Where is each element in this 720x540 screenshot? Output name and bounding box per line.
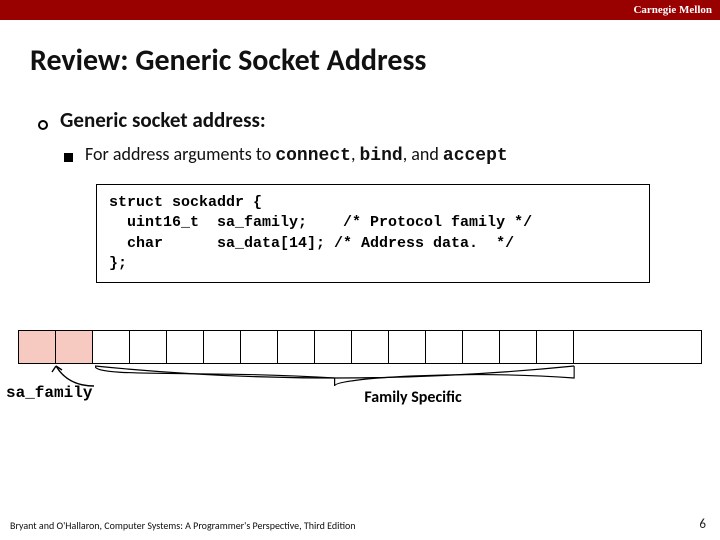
byte-cell-data <box>167 331 204 363</box>
fn-accept: accept <box>443 146 508 166</box>
byte-row <box>18 330 702 364</box>
org-label: Carnegie Mellon <box>633 4 712 16</box>
byte-cell-data <box>574 331 611 363</box>
lvl2-prefix: For address arguments to <box>85 143 275 165</box>
page-number: 6 <box>699 517 706 532</box>
byte-cell-data <box>315 331 352 363</box>
slide-body: Generic socket address: For address argu… <box>0 79 720 283</box>
brace-icon <box>95 364 613 386</box>
slide-title: Review: Generic Socket Address <box>0 20 720 79</box>
fn-connect: connect <box>275 146 351 166</box>
bullet-level1: Generic socket address: <box>38 107 690 133</box>
byte-cell-data <box>500 331 537 363</box>
footer-text: Bryant and O'Hallaron, Computer Systems:… <box>10 519 356 532</box>
bullet-level2: For address arguments to connect, bind, … <box>38 133 690 166</box>
family-specific-label: Family Specific <box>364 388 461 407</box>
byte-cell-data <box>278 331 315 363</box>
slide: Carnegie Mellon Review: Generic Socket A… <box>0 0 720 540</box>
sep2: , and <box>403 143 443 165</box>
byte-cell-data <box>204 331 241 363</box>
hollow-bullet-icon <box>38 120 48 130</box>
byte-cell-family <box>56 331 93 363</box>
byte-cell-data <box>352 331 389 363</box>
byte-cell-data <box>537 331 574 363</box>
byte-cell-family <box>19 331 56 363</box>
byte-cell-data <box>93 331 130 363</box>
byte-cell-data <box>426 331 463 363</box>
byte-cell-data <box>241 331 278 363</box>
bullet-level1-text: Generic socket address: <box>60 107 266 133</box>
arrow-icon <box>48 362 96 388</box>
square-bullet-icon <box>64 153 73 162</box>
topbar: Carnegie Mellon <box>0 0 720 20</box>
byte-cell-data <box>130 331 167 363</box>
struct-diagram: sa_family Family Specific <box>18 330 702 364</box>
byte-cell-data <box>389 331 426 363</box>
bullet-level2-text: For address arguments to connect, bind, … <box>85 143 508 166</box>
sep1: , <box>351 143 360 165</box>
code-block: struct sockaddr { uint16_t sa_family; /*… <box>96 184 650 283</box>
byte-cell-data <box>463 331 500 363</box>
fn-bind: bind <box>360 146 403 166</box>
